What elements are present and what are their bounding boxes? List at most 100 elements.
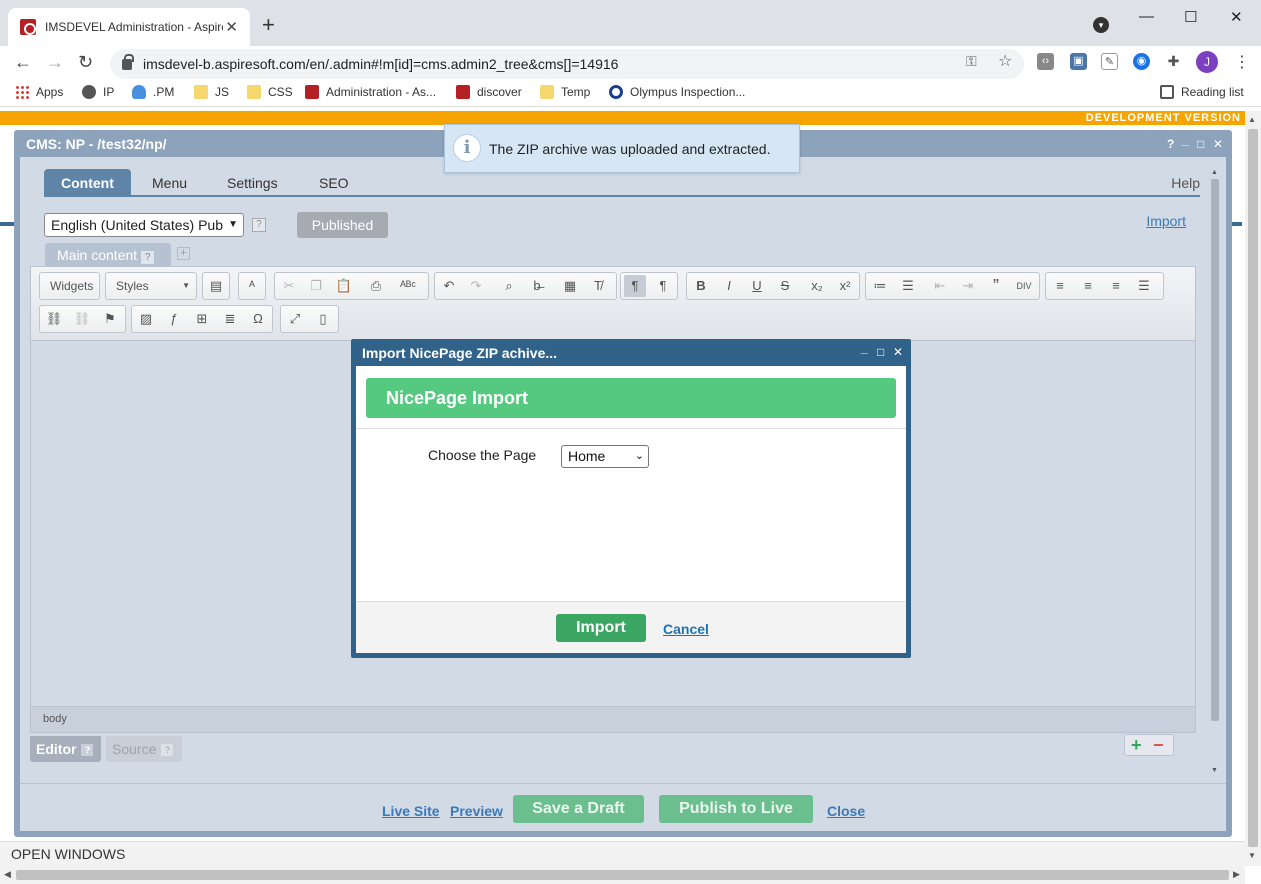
spellcheck-icon[interactable]: ᴬᴮᶜ <box>393 275 423 297</box>
back-icon[interactable]: ← <box>14 52 32 73</box>
scrollbar-thumb[interactable] <box>1211 179 1219 721</box>
image-icon[interactable]: ▨ <box>135 308 157 330</box>
bold-icon[interactable]: B <box>690 275 712 297</box>
scroll-up-icon[interactable]: ▲ <box>1248 115 1256 124</box>
published-status-button[interactable]: Published <box>297 212 388 238</box>
dialog-close-icon[interactable]: ✕ <box>893 345 903 359</box>
subscript-icon[interactable]: x₂ <box>806 275 828 297</box>
copy-icon[interactable]: ❐ <box>305 275 327 297</box>
redo-icon[interactable]: ↷ <box>465 275 487 297</box>
dialog-minimize-icon[interactable]: _ <box>861 341 868 355</box>
import-button[interactable]: Import <box>556 614 646 642</box>
show-blocks-icon[interactable]: ▯ <box>312 308 334 330</box>
special-char-icon[interactable]: Ω <box>247 308 269 330</box>
bookmark-administration[interactable]: Administration - As... <box>305 85 436 99</box>
language-select[interactable]: English (United States) Pub ▼ <box>44 213 244 237</box>
cut-icon[interactable]: ✂ <box>278 275 300 297</box>
align-right-icon[interactable]: ≡ <box>1105 275 1127 297</box>
styles-dropdown[interactable]: Styles ▼ <box>106 275 196 297</box>
undo-icon[interactable]: ↶ <box>438 275 460 297</box>
remove-format-icon[interactable]: T̸ <box>587 275 609 297</box>
italic-icon[interactable]: I <box>718 275 740 297</box>
reload-icon[interactable]: ↻ <box>78 52 93 73</box>
new-tab-button[interactable]: + <box>262 14 275 36</box>
scroll-down-icon[interactable]: ▼ <box>1248 851 1256 860</box>
translate-icon[interactable]: ᴬ <box>241 275 263 297</box>
bookmark-apps[interactable]: Apps <box>15 85 63 99</box>
scrollbar-thumb[interactable] <box>16 870 1229 880</box>
tab-seo[interactable]: SEO <box>302 169 366 197</box>
tab-search-icon[interactable]: ▾ <box>1093 17 1109 33</box>
superscript-icon[interactable]: x² <box>834 275 856 297</box>
dialog-maximize-icon[interactable]: □ <box>877 345 884 359</box>
help-link[interactable]: Help <box>1171 169 1200 197</box>
scroll-down-icon[interactable]: ▼ <box>1211 767 1218 774</box>
live-site-link[interactable]: Live Site <box>382 803 440 819</box>
minimize-icon[interactable]: — <box>1139 8 1154 25</box>
find-icon[interactable]: ⌕ <box>498 275 520 297</box>
editor-element-path[interactable]: body <box>31 706 1195 732</box>
source-mode-tab[interactable]: Source? <box>106 736 182 762</box>
bookmark-js[interactable]: JS <box>194 85 229 99</box>
document-icon[interactable]: ▤ <box>205 275 227 297</box>
reading-list[interactable]: Reading list <box>1160 85 1244 99</box>
url-text[interactable]: imsdevel-b.aspiresoft.com/en/.admin#!m[i… <box>143 56 618 72</box>
justify-icon[interactable]: ☰ <box>1133 275 1155 297</box>
browser-menu-icon[interactable]: ⋮ <box>1234 52 1250 72</box>
page-vertical-scrollbar[interactable]: ▲ ▼ <box>1245 111 1261 866</box>
tab-menu[interactable]: Menu <box>135 169 204 197</box>
window-help-icon[interactable]: ? <box>1167 137 1174 151</box>
source-help-icon[interactable]: ? <box>161 744 174 757</box>
bookmark-css[interactable]: CSS <box>247 85 293 99</box>
add-icon[interactable]: + <box>1131 735 1142 755</box>
preview-link[interactable]: Preview <box>450 803 503 819</box>
browser-tab[interactable]: IMSDEVEL Administration - Aspire ✕ <box>8 8 250 46</box>
outdent-icon[interactable]: ⇤ <box>929 275 951 297</box>
indent-icon[interactable]: ⇥ <box>957 275 979 297</box>
add-content-tab-button[interactable]: + <box>177 247 190 260</box>
editor-help-icon[interactable]: ? <box>81 744 94 757</box>
window-maximize-icon[interactable]: □ <box>1197 137 1204 151</box>
bookmark-pm[interactable]: .PM <box>132 85 174 99</box>
widgets-dropdown[interactable]: Widgets <box>40 275 99 297</box>
bookmark-ip[interactable]: IP <box>82 85 114 99</box>
cancel-link[interactable]: Cancel <box>663 621 709 637</box>
main-content-tab[interactable]: Main content? <box>45 243 171 267</box>
extension-icon[interactable]: ▣ <box>1070 53 1087 70</box>
align-left-icon[interactable]: ≡ <box>1049 275 1071 297</box>
devtools-extension-icon[interactable]: ‹› <box>1037 53 1054 70</box>
link-icon[interactable]: ⛓ <box>43 308 65 330</box>
language-help-icon[interactable]: ? <box>252 218 266 232</box>
underline-icon[interactable]: U <box>746 275 768 297</box>
blockquote-icon[interactable]: ” <box>985 275 1007 297</box>
cms-inner-scrollbar[interactable]: ▲ ▼ <box>1209 169 1221 779</box>
strikethrough-icon[interactable]: S <box>774 275 796 297</box>
flash-icon[interactable]: ƒ <box>163 308 185 330</box>
main-content-help-icon[interactable]: ? <box>141 251 155 264</box>
puzzle-extensions-icon[interactable]: ✚ <box>1165 53 1182 70</box>
tab-settings[interactable]: Settings <box>210 169 295 197</box>
div-container-icon[interactable]: DIV <box>1013 275 1035 297</box>
page-horizontal-scrollbar[interactable]: ◀ ▶ <box>0 866 1245 884</box>
open-windows-bar[interactable]: OPEN WINDOWS <box>0 841 1245 866</box>
window-close-icon[interactable]: ✕ <box>1213 137 1223 151</box>
table-icon[interactable]: ⊞ <box>191 308 213 330</box>
publish-live-button[interactable]: Publish to Live <box>659 795 813 823</box>
replace-icon[interactable]: b̶ <box>526 275 548 297</box>
bookmark-star-icon[interactable]: ☆ <box>998 51 1012 71</box>
scroll-left-icon[interactable]: ◀ <box>4 869 11 880</box>
align-center-icon[interactable]: ≡ <box>1077 275 1099 297</box>
editor-mode-tab[interactable]: Editor? <box>30 736 101 762</box>
window-minimize-icon[interactable]: _ <box>1182 133 1189 147</box>
select-all-icon[interactable]: ▦ <box>559 275 581 297</box>
horizontal-rule-icon[interactable]: ≣ <box>219 308 241 330</box>
unlink-icon[interactable]: ⛓ <box>71 308 93 330</box>
bookmark-discover[interactable]: discover <box>456 85 522 99</box>
bullet-list-icon[interactable]: ☰ <box>897 275 919 297</box>
ltr-icon[interactable]: ¶ <box>624 275 646 297</box>
import-link[interactable]: Import <box>1146 213 1186 229</box>
bookmark-temp[interactable]: Temp <box>540 85 590 99</box>
anchor-flag-icon[interactable]: ⚑ <box>99 308 121 330</box>
scroll-right-icon[interactable]: ▶ <box>1233 869 1240 880</box>
save-draft-button[interactable]: Save a Draft <box>513 795 644 823</box>
